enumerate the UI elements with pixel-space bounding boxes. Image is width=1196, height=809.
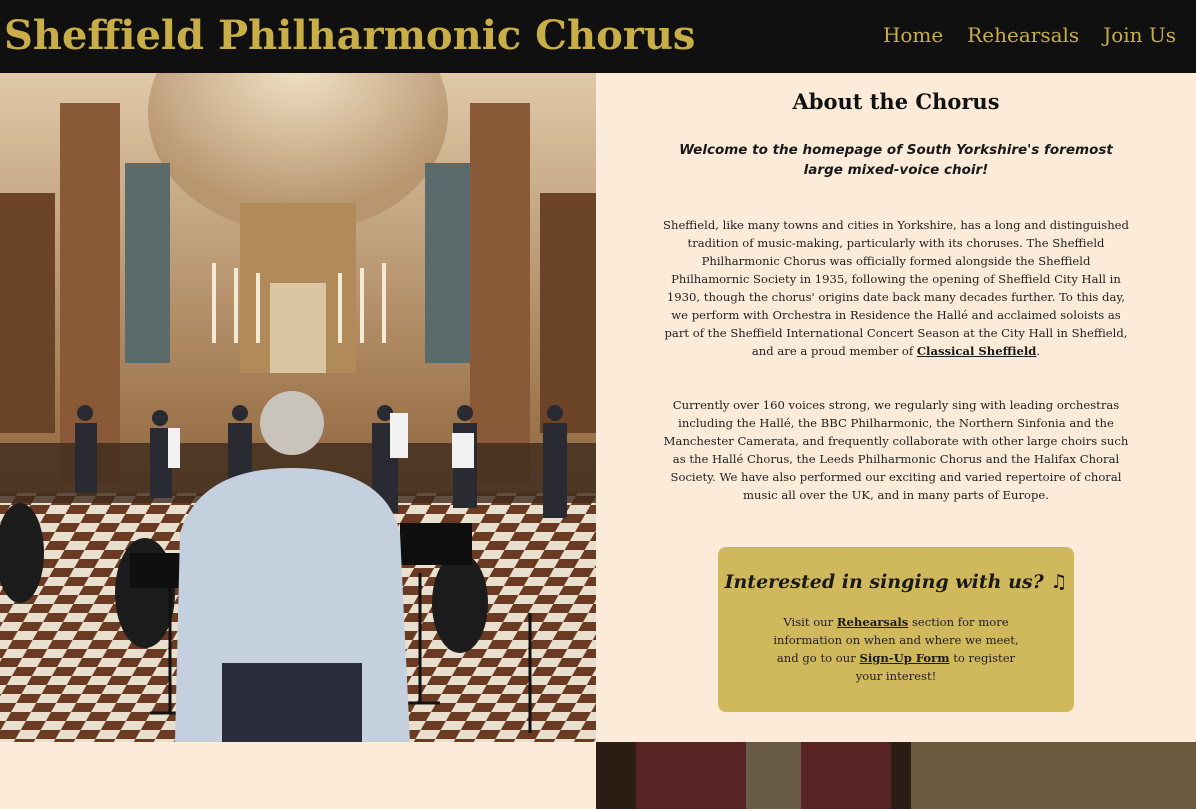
nav-home[interactable]: Home xyxy=(883,23,943,47)
join-callout-text: Visit our Rehearsals section for more in… xyxy=(766,613,1026,685)
history-paragraph: Sheffield, like many towns and cities in… xyxy=(661,216,1131,360)
classical-sheffield-link[interactable]: Classical Sheffield xyxy=(917,344,1037,358)
history-text-end: . xyxy=(1036,344,1041,358)
main-nav: Home Rehearsals Join Us xyxy=(883,23,1176,47)
site-header: Sheffield Philharmonic Chorus Home Rehea… xyxy=(0,0,1196,73)
about-title: About the Chorus xyxy=(792,89,1000,114)
rehearsals-link[interactable]: Rehearsals xyxy=(837,615,908,629)
site-title[interactable]: Sheffield Philharmonic Chorus xyxy=(4,12,695,59)
join-callout-box: Interested in singing with us? ♫ Visit o… xyxy=(718,547,1074,712)
chorus-rehearsal-photo xyxy=(0,73,596,742)
voices-paragraph: Currently over 160 voices strong, we reg… xyxy=(663,398,1129,502)
venue-photo-partial xyxy=(596,742,1196,809)
about-section: About the Chorus Welcome to the homepage… xyxy=(596,73,1196,742)
welcome-text: Welcome to the homepage of South Yorkshi… xyxy=(679,142,1113,178)
nav-join-us[interactable]: Join Us xyxy=(1103,23,1176,47)
history-text: Sheffield, like many towns and cities in… xyxy=(663,218,1129,358)
join-callout-title: Interested in singing with us? ♫ xyxy=(724,571,1068,593)
sign-up-form-link[interactable]: Sign-Up Form xyxy=(859,651,949,665)
nav-rehearsals[interactable]: Rehearsals xyxy=(967,23,1079,47)
callout-text-a: Visit our xyxy=(783,615,837,629)
next-section-background xyxy=(0,742,596,809)
